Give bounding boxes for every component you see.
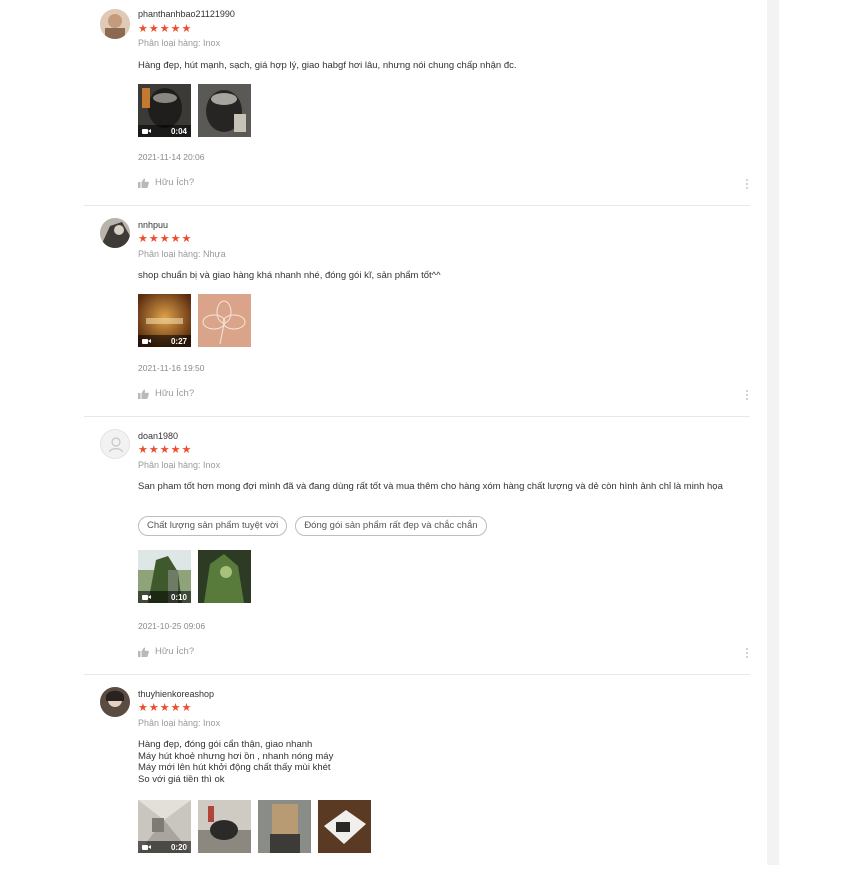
rating-stars: ★★★★★ [138, 702, 193, 714]
media-gallery: 0:10 [138, 550, 251, 603]
thumbs-up-icon [138, 647, 149, 657]
media-gallery: 0:20 [138, 800, 371, 853]
review-image-thumbnail[interactable] [198, 84, 251, 137]
review-date: 2021-10-25 09:06 [138, 621, 206, 631]
review-text: shop chuẩn bị và giao hàng khá nhanh nhé… [138, 270, 441, 281]
review-date: 2021-11-16 19:50 [138, 363, 205, 373]
more-options-icon[interactable] [746, 648, 749, 660]
variant-label: Phân loại hàng: Nhựa [138, 249, 226, 259]
rating-stars: ★★★★★ [138, 444, 193, 456]
media-gallery: 0:27 [138, 294, 251, 347]
video-overlay: 0:20 [138, 841, 191, 853]
username[interactable]: thuyhienkoreashop [138, 689, 214, 699]
rating-stars: ★★★★★ [138, 233, 193, 245]
video-duration: 0:27 [170, 336, 187, 346]
thumbs-up-icon [138, 389, 149, 399]
review-item: doan1980 ★★★★★ Phân loại hàng: Inox San … [84, 417, 750, 675]
video-overlay: 0:10 [138, 591, 191, 603]
review-image-thumbnail[interactable] [198, 800, 251, 853]
default-user-icon [108, 437, 124, 453]
helpful-button[interactable]: Hữu Ích? [138, 388, 194, 399]
review-text: San pham tốt hơn mong đợi mình đã và đan… [138, 481, 723, 492]
review-tag: Chất lượng sản phẩm tuyệt vời [138, 516, 288, 536]
avatar[interactable] [100, 687, 130, 717]
video-overlay: 0:04 [138, 125, 191, 137]
review-tag: Đóng gói sản phẩm rất đẹp và chắc chắn [295, 516, 487, 536]
helpful-label: Hữu Ích? [155, 177, 195, 188]
video-camera-icon [142, 844, 151, 851]
review-date: 2021-11-14 20:06 [138, 152, 205, 162]
scroll-gutter [767, 0, 779, 865]
avatar[interactable] [100, 429, 130, 459]
media-gallery: 0:04 [138, 84, 251, 137]
avatar[interactable] [100, 218, 130, 248]
review-list: phanthanhbao21121990 ★★★★★ Phân loại hàn… [84, 0, 750, 875]
review-image-thumbnail[interactable] [318, 800, 371, 853]
helpful-label: Hữu Ích? [155, 646, 195, 657]
video-camera-icon [142, 128, 151, 135]
helpful-button[interactable]: Hữu Ích? [138, 177, 194, 188]
review-video-thumbnail[interactable]: 0:27 [138, 294, 191, 347]
video-overlay: 0:27 [138, 335, 191, 347]
video-camera-icon [142, 594, 151, 601]
username[interactable]: nnhpuu [138, 220, 168, 230]
avatar[interactable] [100, 9, 130, 39]
review-video-thumbnail[interactable]: 0:10 [138, 550, 191, 603]
thumbs-up-icon [138, 178, 149, 188]
review-video-thumbnail[interactable]: 0:20 [138, 800, 191, 853]
video-camera-icon [142, 338, 151, 345]
review-text: Hàng đẹp, đóng gói cẩn thận, giao nhanh … [138, 739, 334, 785]
username[interactable]: phanthanhbao21121990 [138, 9, 235, 19]
video-duration: 0:04 [170, 126, 187, 136]
video-duration: 0:20 [170, 842, 187, 852]
review-tags: Chất lượng sản phẩm tuyệt vời Đóng gói s… [138, 516, 487, 536]
review-image-thumbnail[interactable] [198, 550, 251, 603]
review-image-thumbnail[interactable] [258, 800, 311, 853]
helpful-button[interactable]: Hữu Ích? [138, 646, 194, 657]
variant-label: Phân loại hàng: Inox [138, 718, 221, 728]
video-duration: 0:10 [170, 592, 187, 602]
more-options-icon[interactable] [746, 179, 749, 191]
username[interactable]: doan1980 [138, 431, 178, 441]
more-options-icon[interactable] [746, 390, 749, 402]
review-text: Hàng đẹp, hút mạnh, sạch, giá hợp lý, gi… [138, 60, 517, 71]
variant-label: Phân loại hàng: Inox [138, 460, 221, 470]
helpful-label: Hữu Ích? [155, 388, 195, 399]
review-item: nnhpuu ★★★★★ Phân loại hàng: Nhựa shop c… [84, 206, 750, 417]
review-item: thuyhienkoreashop ★★★★★ Phân loại hàng: … [84, 675, 750, 875]
review-item: phanthanhbao21121990 ★★★★★ Phân loại hàn… [84, 0, 750, 206]
review-image-thumbnail[interactable] [198, 294, 251, 347]
variant-label: Phân loại hàng: Inox [138, 38, 221, 48]
rating-stars: ★★★★★ [138, 23, 193, 35]
review-video-thumbnail[interactable]: 0:04 [138, 84, 191, 137]
